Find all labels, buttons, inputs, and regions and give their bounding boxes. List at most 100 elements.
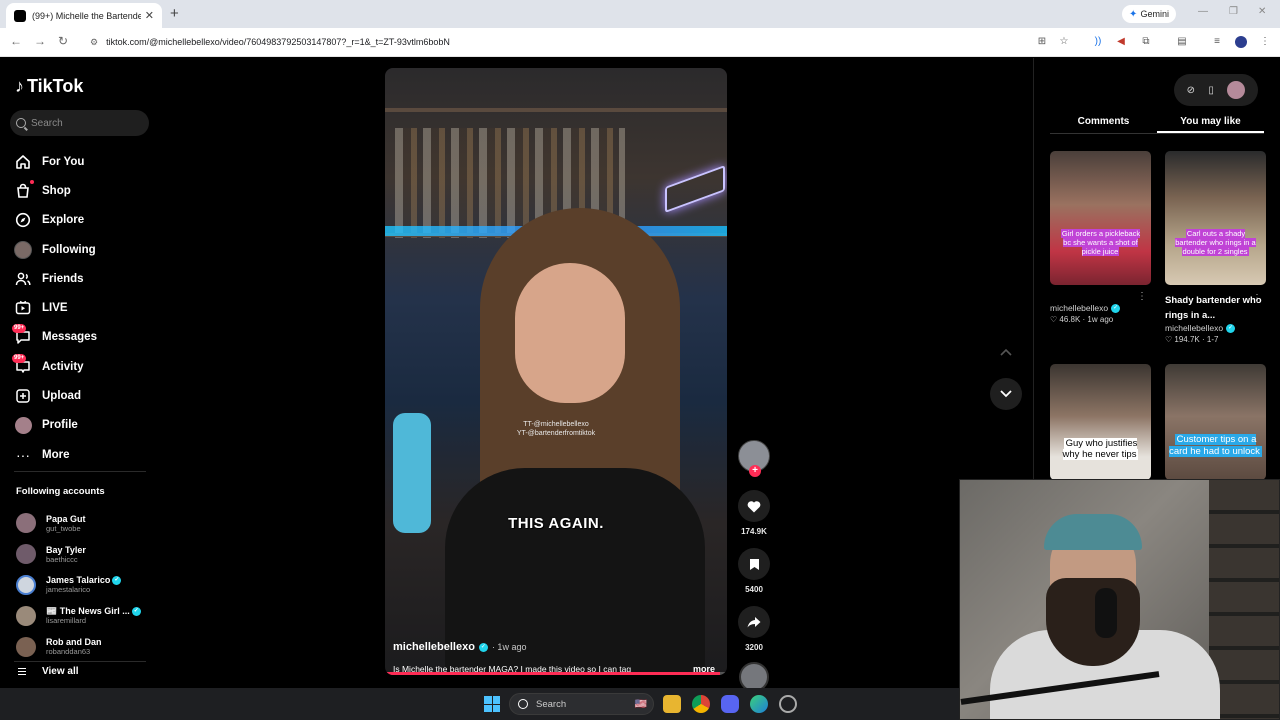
following-account-papa-gut[interactable]: Papa Gut gut_twobe bbox=[16, 508, 151, 539]
main-nav: For You Shop Explore Following Friends L… bbox=[12, 147, 154, 469]
nav-label: Messages bbox=[42, 331, 97, 344]
card-author[interactable]: michellebellexo ✓ bbox=[1165, 323, 1266, 333]
taskbar-search-placeholder: Search bbox=[536, 698, 567, 710]
video-thumbnail[interactable]: Girl orders a pickleback bc she wants a … bbox=[1050, 151, 1151, 285]
card-author-name: michellebellexo bbox=[1050, 303, 1109, 313]
install-app-icon[interactable]: ⊞ bbox=[1036, 36, 1048, 48]
share-action[interactable]: 3200 bbox=[736, 606, 772, 652]
extension-megaphone-icon[interactable]: ◀ bbox=[1115, 36, 1127, 48]
nav-label: Shop bbox=[42, 184, 71, 197]
nav-for-you[interactable]: For You bbox=[14, 147, 154, 176]
creator-avatar[interactable]: + bbox=[738, 440, 770, 477]
device-icon[interactable]: ▯ bbox=[1208, 85, 1214, 96]
verified-badge-icon: ✓ bbox=[112, 575, 122, 585]
next-video-button[interactable] bbox=[990, 378, 1022, 410]
edge-icon[interactable] bbox=[750, 695, 768, 713]
video-shelf bbox=[385, 108, 727, 112]
nav-friends[interactable]: Friends bbox=[14, 264, 154, 293]
recommended-video-card[interactable]: Girl orders a pickleback bc she wants a … bbox=[1050, 151, 1151, 324]
following-account-bay-tyler[interactable]: Bay Tyler baethiccc bbox=[16, 539, 151, 570]
nav-label: Upload bbox=[42, 390, 81, 403]
nav-more[interactable]: ··· More bbox=[14, 440, 154, 469]
search-input[interactable]: Search bbox=[10, 110, 149, 136]
reading-mode-icon[interactable]: ▤ bbox=[1176, 36, 1188, 48]
compass-small-icon[interactable]: ⊘ bbox=[1187, 85, 1195, 96]
nav-profile[interactable]: Profile bbox=[14, 411, 154, 440]
view-all-button[interactable]: View all bbox=[18, 666, 79, 677]
video-author[interactable]: michellebellexo ✓ · 1w ago bbox=[393, 641, 526, 653]
card-options-icon[interactable]: ⋮ bbox=[1252, 293, 1262, 304]
gemini-label: Gemini bbox=[1140, 9, 1169, 19]
video-thumbnail[interactable]: Guy who justifies why he never tips bbox=[1050, 364, 1151, 480]
tiktok-favicon-icon bbox=[14, 9, 26, 22]
messages-badge: 99+ bbox=[12, 324, 27, 334]
bookmark-icon[interactable] bbox=[738, 548, 770, 580]
site-info-icon[interactable]: ⚙ bbox=[90, 37, 98, 48]
nav-activity[interactable]: 99+ Activity bbox=[12, 352, 154, 381]
thumbnail-caption: Carl outs a shady bartender who rings in… bbox=[1175, 229, 1256, 256]
compass-icon bbox=[14, 211, 32, 229]
discord-icon[interactable] bbox=[721, 695, 739, 713]
video-player[interactable]: TT-@michellebellexo YT-@bartenderfromtik… bbox=[385, 68, 727, 675]
avatar bbox=[16, 605, 36, 626]
menu-kebab-icon[interactable]: ⋮ bbox=[1259, 36, 1271, 48]
window-close-icon[interactable]: ✕ bbox=[1258, 6, 1266, 17]
reload-icon[interactable]: ↻ bbox=[58, 34, 68, 48]
back-arrow-icon[interactable]: ← bbox=[10, 34, 22, 48]
heart-icon[interactable] bbox=[738, 490, 770, 522]
recommended-video-card[interactable]: Guy who justifies why he never tips bbox=[1050, 364, 1151, 480]
profile-avatar-icon[interactable] bbox=[1235, 36, 1247, 48]
minimize-icon[interactable]: — bbox=[1198, 6, 1208, 17]
video-thumbnail[interactable]: Carl outs a shady bartender who rings in… bbox=[1165, 151, 1266, 285]
video-thumbnail[interactable]: Customer tips on a card he had to unlock bbox=[1165, 364, 1266, 480]
recommended-video-card[interactable]: Carl outs a shady bartender who rings in… bbox=[1165, 151, 1266, 344]
forward-arrow-icon[interactable]: → bbox=[34, 34, 46, 48]
nav-following[interactable]: Following bbox=[14, 235, 154, 264]
card-author[interactable]: michellebellexo ✓ bbox=[1050, 303, 1151, 313]
extension-wave-icon[interactable]: )) bbox=[1092, 36, 1104, 48]
nav-messages[interactable]: 99+ Messages bbox=[12, 323, 154, 352]
windows-start-icon[interactable] bbox=[484, 696, 500, 712]
maximize-icon[interactable]: ❐ bbox=[1229, 6, 1238, 17]
recommended-video-card[interactable]: Customer tips on a card he had to unlock bbox=[1165, 364, 1266, 480]
author-username[interactable]: michellebellexo bbox=[393, 641, 475, 653]
bookmark-star-icon[interactable]: ☆ bbox=[1058, 36, 1070, 48]
nav-live[interactable]: LIVE bbox=[14, 293, 154, 322]
video-neon-sign bbox=[665, 165, 725, 213]
address-bar[interactable]: ⚙ tiktok.com/@michellebellexo/video/7604… bbox=[82, 31, 1082, 53]
save-action[interactable]: 5400 bbox=[736, 548, 772, 594]
following-account-james-talarico[interactable]: James Talarico ✓ jamestalarico bbox=[16, 570, 151, 601]
account-handle: jamestalarico bbox=[46, 585, 91, 595]
previous-video-button[interactable] bbox=[990, 336, 1022, 368]
nav-shop[interactable]: Shop bbox=[14, 176, 154, 205]
chrome-icon[interactable] bbox=[692, 695, 710, 713]
following-account-rob-and-dan[interactable]: Rob and Dan robanddan63 bbox=[16, 631, 151, 662]
avatar bbox=[16, 574, 36, 595]
following-account-the-news-girl[interactable]: 📰 The News Girl ... ✓ lisaremillard bbox=[16, 600, 151, 631]
file-explorer-icon[interactable] bbox=[663, 695, 681, 713]
like-action[interactable]: 174.9K bbox=[736, 490, 772, 536]
tiktok-logo[interactable]: ♪ TikTok bbox=[15, 76, 83, 97]
extensions-puzzle-icon[interactable]: ⧉ bbox=[1140, 36, 1152, 48]
avatar bbox=[16, 513, 36, 534]
tab-comments[interactable]: Comments bbox=[1050, 114, 1157, 133]
user-avatar[interactable] bbox=[1227, 81, 1246, 99]
account-handle: robanddan63 bbox=[46, 647, 91, 657]
new-tab-button[interactable]: + bbox=[170, 5, 179, 22]
following-accounts-list: Papa Gut gut_twobe Bay Tyler baethiccc J… bbox=[16, 508, 151, 662]
nav-upload[interactable]: Upload bbox=[14, 381, 154, 410]
follow-plus-icon[interactable]: + bbox=[749, 465, 761, 477]
share-arrow-icon[interactable] bbox=[738, 606, 770, 638]
tab-you-may-like[interactable]: You may like bbox=[1157, 114, 1264, 133]
card-options-icon[interactable]: ⋮ bbox=[1137, 291, 1147, 302]
gemini-button[interactable]: ✦ Gemini bbox=[1122, 5, 1176, 23]
nav-explore[interactable]: Explore bbox=[14, 206, 154, 235]
settings-gear-icon[interactable] bbox=[779, 695, 797, 713]
close-tab-icon[interactable]: ✕ bbox=[145, 9, 154, 22]
media-control-icon[interactable]: ≡ bbox=[1211, 36, 1223, 48]
taskbar-search-input[interactable]: Search 🇺🇸 bbox=[509, 693, 654, 715]
browser-tab[interactable]: (99+) Michelle the Bartender ✕ bbox=[6, 3, 162, 28]
card-meta: ♡ 194.7K · 1-7 bbox=[1165, 335, 1219, 344]
video-progress-bar[interactable] bbox=[385, 672, 727, 675]
verified-badge-icon: ✓ bbox=[1111, 303, 1121, 313]
